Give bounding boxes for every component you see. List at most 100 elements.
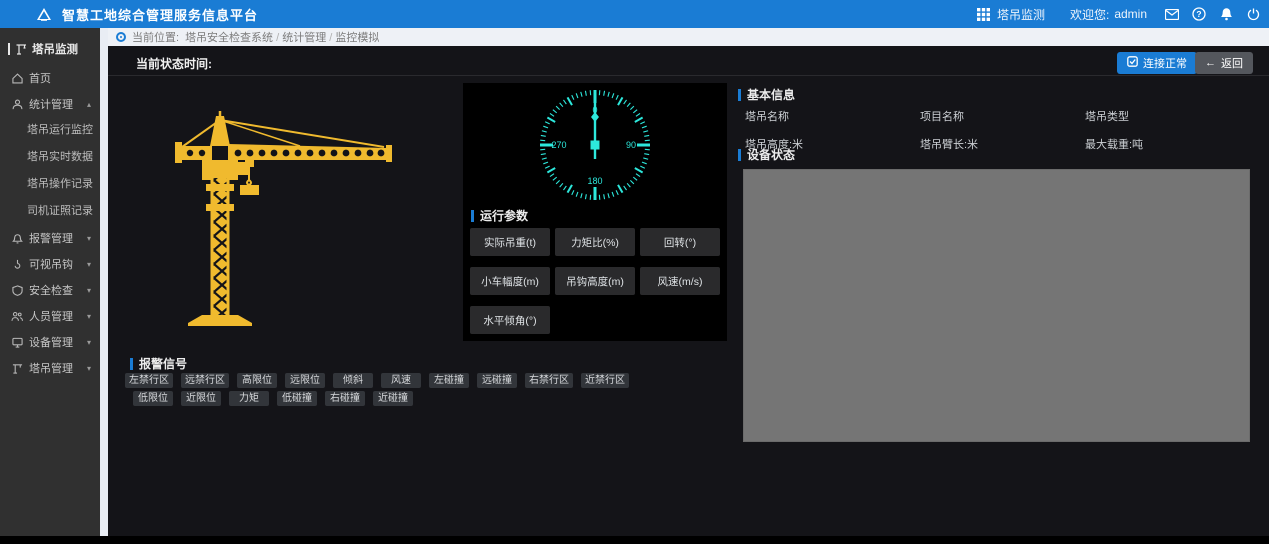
help-icon[interactable]: ?	[1191, 6, 1207, 22]
device-status-title: 设备状态	[738, 146, 795, 163]
sidebar-header-label: 塔吊监测	[32, 41, 78, 57]
shield-icon	[11, 284, 23, 296]
sidebar-item-label: 可视吊钩	[29, 256, 73, 272]
tower-crane-illustration	[150, 110, 410, 335]
device-icon	[11, 336, 23, 348]
alarm-signal-tag: 近限位	[181, 391, 221, 406]
breadcrumb-part: 统计管理	[282, 32, 326, 44]
sidebar-subitem-crane-realtime-data[interactable]: 塔吊实时数据	[0, 144, 100, 171]
sidebar-item-safety-check[interactable]: 安全检查▾	[0, 277, 100, 303]
alarm-signal-tag: 近禁行区	[581, 373, 629, 388]
module-switcher[interactable]: 塔吊监测	[976, 6, 1045, 23]
bottom-strip	[0, 536, 1269, 544]
arrow-left-icon: ←	[1205, 57, 1216, 69]
chevron-down-icon: ▾	[87, 364, 91, 373]
sidebar-item-label: 塔吊管理	[29, 360, 73, 376]
alarm-signal-row-1: 左禁行区远禁行区高限位远限位倾斜风速左碰撞远碰撞右禁行区近禁行区	[125, 373, 629, 388]
sidebar-item-personnel-mgmt[interactable]: 人员管理▾	[0, 303, 100, 329]
alarm-signal-tag: 远限位	[285, 373, 325, 388]
basic-info-grid: 塔吊名称项目名称塔吊类型塔吊高度:米塔吊臂长:米最大载重:吨	[745, 108, 1265, 152]
power-icon[interactable]	[1245, 6, 1261, 22]
module-label: 塔吊监测	[997, 6, 1045, 23]
run-param-tiles: 实际吊重(t)力矩比(%)回转(°) 小车幅度(m)吊钩高度(m)风速(m/s) 水…	[470, 228, 722, 334]
sidebar-item-equipment-mgmt[interactable]: 设备管理 ▾	[0, 329, 100, 355]
monitor-panel: 0 90 180 270 运行参数 实际吊重(t)力矩比(%)回转(°) 小车幅度…	[463, 83, 727, 341]
sidebar-subitem-crane-operation-log[interactable]: 塔吊操作记录	[0, 171, 100, 198]
alarm-icon	[11, 232, 23, 244]
connect-status-button[interactable]: 连接正常	[1117, 52, 1197, 74]
run-param-tile: 回转(°)	[640, 228, 720, 256]
run-param-tile: 力矩比(%)	[555, 228, 635, 256]
chevron-down-icon: ▾	[87, 338, 91, 347]
chevron-down-icon: ▾	[87, 234, 91, 243]
sidebar-gutter	[100, 28, 108, 536]
hook-icon	[11, 258, 23, 270]
basic-info-field: 塔吊名称	[745, 108, 920, 124]
sidebar-item-label: 设备管理	[29, 334, 73, 350]
mail-icon[interactable]	[1164, 6, 1180, 22]
breadcrumb-part: 监控模拟	[335, 32, 379, 44]
top-header: 智慧工地综合管理服务信息平台 塔吊监测 欢迎您: admin	[0, 0, 1269, 28]
basic-info-field: 项目名称	[920, 108, 1085, 124]
main-content: 当前状态时间: 连接正常 ← 返回	[108, 46, 1269, 536]
breadcrumb-separator: /	[273, 32, 282, 44]
app-root: 智慧工地综合管理服务信息平台 塔吊监测 欢迎您: admin	[0, 0, 1269, 544]
people-icon	[11, 310, 23, 322]
alarm-signal-row-2: 低限位近限位力矩低碰撞右碰撞近碰撞	[133, 391, 413, 406]
alarm-signal-tag: 近碰撞	[373, 391, 413, 406]
chevron-down-icon: ▾	[87, 312, 91, 321]
basic-info-field: 最大载重:吨	[1085, 136, 1265, 152]
sidebar-item-home[interactable]: 首页	[0, 65, 100, 91]
app-title: 智慧工地综合管理服务信息平台	[62, 5, 258, 24]
alarm-signal-tag: 远碰撞	[477, 373, 517, 388]
sidebar-subitem-crane-run-monitor[interactable]: 塔吊运行监控	[0, 117, 100, 144]
platform-logo-icon	[36, 7, 52, 22]
run-param-tile: 风速(m/s)	[640, 267, 720, 295]
compass-label-right: 90	[626, 140, 636, 150]
alarm-signal-tag: 左碰撞	[429, 373, 469, 388]
basic-info-field: 塔吊类型	[1085, 108, 1265, 124]
alarm-signal-tag: 风速	[381, 373, 421, 388]
sidebar-header-bar	[8, 43, 10, 55]
sidebar-item-alarm-mgmt[interactable]: 报警管理▾	[0, 225, 100, 251]
back-button[interactable]: ← 返回	[1195, 52, 1253, 74]
chevron-down-icon: ▾	[87, 260, 91, 269]
alarm-signal-tag: 高限位	[237, 373, 277, 388]
breadcrumb: 当前位置: 塔吊安全检查系统 / 统计管理 / 监控模拟	[108, 28, 1269, 46]
alarm-signal-tag: 右碰撞	[325, 391, 365, 406]
sidebar-item-stats[interactable]: 统计管理 ▴	[0, 91, 100, 117]
grid-icon	[976, 6, 992, 22]
sidebar-subitem-driver-license-log[interactable]: 司机证照记录	[0, 198, 100, 225]
rotation-compass-gauge: 0 90 180 270	[463, 83, 727, 207]
alarm-signal-tag: 低限位	[133, 391, 173, 406]
alarm-signal-tag: 远禁行区	[181, 373, 229, 388]
breadcrumb-part: 塔吊安全检查系统	[185, 32, 273, 44]
home-icon	[11, 72, 23, 84]
username[interactable]: admin	[1114, 7, 1147, 21]
sidebar-item-crane-mgmt[interactable]: 塔吊管理 ▾	[0, 355, 100, 381]
run-params-title: 运行参数	[471, 207, 528, 224]
run-param-tile: 小车幅度(m)	[470, 267, 550, 295]
sidebar-item-label: 统计管理	[29, 96, 73, 112]
alarm-signal-tag: 力矩	[229, 391, 269, 406]
bell-icon[interactable]	[1218, 6, 1234, 22]
sidebar-header: 塔吊监测	[0, 28, 100, 65]
chevron-up-icon: ▴	[87, 100, 91, 109]
breadcrumb-prefix: 当前位置:	[132, 29, 179, 45]
toolbar-divider	[108, 75, 1269, 76]
sidebar-item-label: 首页	[29, 70, 51, 86]
run-param-tile: 吊钩高度(m)	[555, 267, 635, 295]
device-status-placeholder	[743, 169, 1250, 442]
basic-info-field: 塔吊臂长:米	[920, 136, 1085, 152]
stats-icon	[11, 98, 23, 110]
sidebar: 塔吊监测 首页统计管理 ▴ 塔吊运行监控塔吊实时数据塔吊操作记录司机证照记录报警管理…	[0, 28, 100, 536]
svg-text:?: ?	[1196, 9, 1201, 19]
compass-label-bottom: 180	[587, 176, 602, 186]
checkbox-check-icon	[1127, 56, 1138, 70]
alarm-signal-tag: 倾斜	[333, 373, 373, 388]
run-param-tile: 实际吊重(t)	[470, 228, 550, 256]
sidebar-item-visual-hook[interactable]: 可视吊钩 ▾	[0, 251, 100, 277]
run-param-tile: 水平倾角(°)	[470, 306, 550, 334]
breadcrumb-parts: 塔吊安全检查系统 / 统计管理 / 监控模拟	[185, 29, 379, 45]
chevron-down-icon: ▾	[87, 286, 91, 295]
